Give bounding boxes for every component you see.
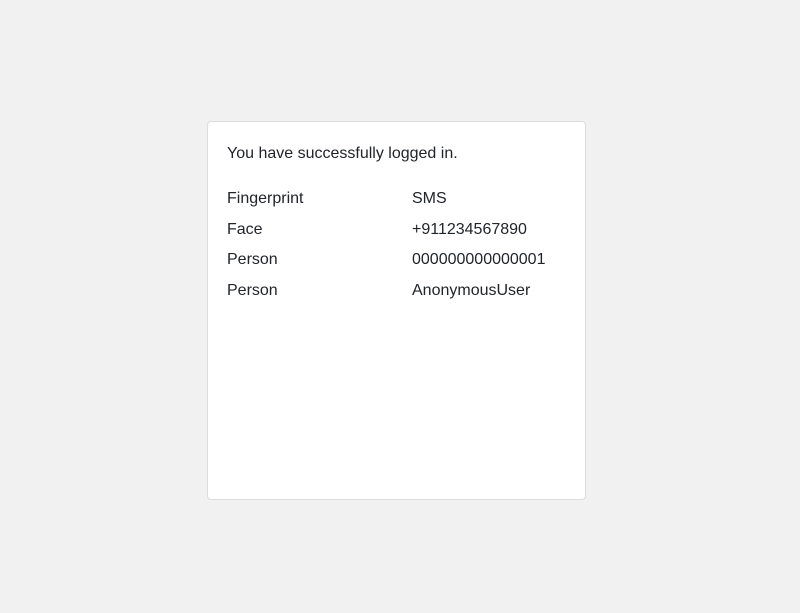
detail-label: Person: [227, 281, 278, 299]
detail-value: +911234567890: [412, 220, 527, 238]
detail-row-person-id: Person 000000000000001: [227, 250, 566, 270]
details-list: Fingerprint SMS Face +911234567890 Perso…: [227, 189, 566, 311]
detail-row-face: Face +911234567890: [227, 220, 566, 240]
success-message: You have successfully logged in.: [227, 145, 458, 162]
detail-label: Person: [227, 251, 278, 268]
detail-value: SMS: [412, 190, 447, 207]
detail-label: Face: [227, 220, 263, 238]
detail-value: AnonymousUser: [412, 281, 531, 299]
login-success-card: You have successfully logged in. Fingerp…: [207, 121, 586, 500]
page: You have successfully logged in. Fingerp…: [0, 0, 800, 613]
detail-label: Fingerprint: [227, 190, 304, 207]
detail-value: 000000000000001: [412, 251, 546, 268]
detail-row-person-name: Person AnonymousUser: [227, 281, 566, 301]
detail-row-fingerprint: Fingerprint SMS: [227, 189, 566, 209]
